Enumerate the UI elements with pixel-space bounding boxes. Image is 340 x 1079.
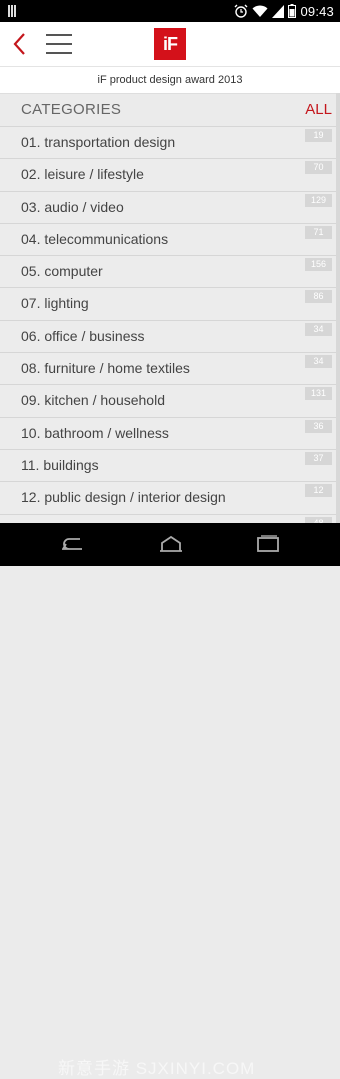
status-time: 09:43 bbox=[300, 3, 334, 19]
category-label: 01. transportation design bbox=[21, 134, 176, 150]
category-row[interactable]: 10. bathroom / wellness 36 bbox=[0, 416, 340, 449]
category-count-badge: 129 bbox=[305, 193, 332, 207]
award-subtitle: iF product design award 2013 bbox=[0, 66, 340, 94]
category-count-badge: 131 bbox=[305, 387, 332, 401]
watermark-text: 新意手游 SJXINYI.COM bbox=[58, 1059, 256, 1078]
category-label: 05. computer bbox=[21, 263, 103, 280]
category-row[interactable]: 03. audio / video 129 bbox=[0, 190, 340, 223]
scrollbar[interactable] bbox=[336, 93, 340, 523]
category-count-badge: 34 bbox=[305, 355, 332, 369]
category-label: 09. kitchen / household bbox=[21, 392, 165, 409]
battery-icon bbox=[288, 4, 297, 18]
notification-icon bbox=[8, 4, 20, 18]
category-count-badge: 12 bbox=[305, 484, 332, 498]
alarm-icon bbox=[234, 4, 248, 18]
category-row[interactable]: 02. leisure / lifestyle 70 bbox=[0, 158, 340, 191]
category-label: 10. bathroom / wellness bbox=[21, 424, 169, 441]
category-label: 07. lighting bbox=[21, 295, 89, 312]
signal-icon bbox=[272, 4, 285, 18]
category-count-badge: 37 bbox=[305, 451, 332, 465]
category-count-badge: 86 bbox=[305, 290, 332, 304]
categories-title: CATEGORIES bbox=[21, 101, 122, 118]
category-row[interactable]: 11. buildings 37 bbox=[0, 448, 340, 482]
category-row[interactable]: 09. kitchen / household 131 bbox=[0, 384, 340, 417]
category-label: 08. furniture / home textiles bbox=[21, 360, 190, 377]
category-count-badge: 34 bbox=[305, 322, 332, 336]
category-row[interactable]: 01. transportation design 19 bbox=[0, 126, 340, 159]
category-label: 06. office / business bbox=[21, 327, 145, 344]
category-row[interactable]: 12. public design / interior design 12 bbox=[0, 481, 340, 514]
wifi-icon bbox=[252, 5, 268, 17]
chevron-left-icon bbox=[13, 33, 25, 55]
nav-recent-icon[interactable] bbox=[256, 535, 280, 553]
category-row[interactable]: 04. telecommunications 71 bbox=[0, 222, 340, 256]
categories-header: CATEGORIES ALL bbox=[0, 93, 340, 126]
status-bar: 09:43 bbox=[0, 0, 340, 22]
navigation-bar: 新意手游 SJXINYI.COM bbox=[0, 523, 340, 1078]
if-logo: iF bbox=[154, 28, 186, 60]
category-row[interactable]: 08. furniture / home textiles 34 bbox=[0, 352, 340, 385]
category-count-badge: 36 bbox=[305, 419, 332, 433]
nav-home-icon[interactable] bbox=[158, 535, 184, 553]
category-row[interactable]: 05. computer 156 bbox=[0, 255, 340, 288]
category-count-badge: 156 bbox=[305, 258, 332, 272]
menu-icon bbox=[46, 34, 72, 36]
category-label: 12. public design / interior design bbox=[21, 489, 226, 506]
category-label: 11. buildings bbox=[21, 456, 99, 473]
category-count-badge: 19 bbox=[305, 129, 332, 142]
app-bar: iF bbox=[0, 22, 340, 66]
category-row[interactable]: 07. lighting 86 bbox=[0, 287, 340, 320]
category-label: 02. leisure / lifestyle bbox=[21, 166, 144, 183]
category-label: 04. telecommunications bbox=[21, 230, 169, 247]
category-label: 03. audio / video bbox=[21, 198, 124, 215]
all-button[interactable]: ALL bbox=[305, 101, 332, 118]
nav-back-icon[interactable] bbox=[62, 535, 86, 553]
category-count-badge: 70 bbox=[305, 161, 332, 175]
category-list: 01. transportation design 19 02. leisure /… bbox=[0, 126, 340, 546]
menu-button[interactable] bbox=[46, 34, 72, 54]
category-count-badge: 71 bbox=[305, 225, 332, 239]
category-row[interactable]: 06. office / business 34 bbox=[0, 319, 340, 353]
back-button[interactable] bbox=[10, 31, 32, 57]
